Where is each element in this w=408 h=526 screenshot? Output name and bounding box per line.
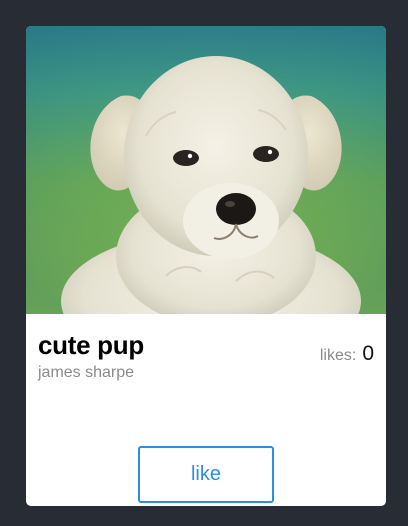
likes-counter: likes: 0: [320, 342, 374, 366]
post-card: cute pup james sharpe likes: 0 like: [26, 26, 386, 506]
like-button[interactable]: like: [138, 446, 274, 503]
post-author: james sharpe: [38, 364, 135, 381]
post-title: cute pup: [38, 330, 144, 360]
likes-count: 0: [362, 342, 374, 365]
post-photo: [26, 26, 386, 314]
likes-label: likes:: [319, 347, 357, 364]
post-info: cute pup james sharpe likes: 0 like: [26, 314, 386, 506]
puppy-illustration: [26, 26, 386, 314]
